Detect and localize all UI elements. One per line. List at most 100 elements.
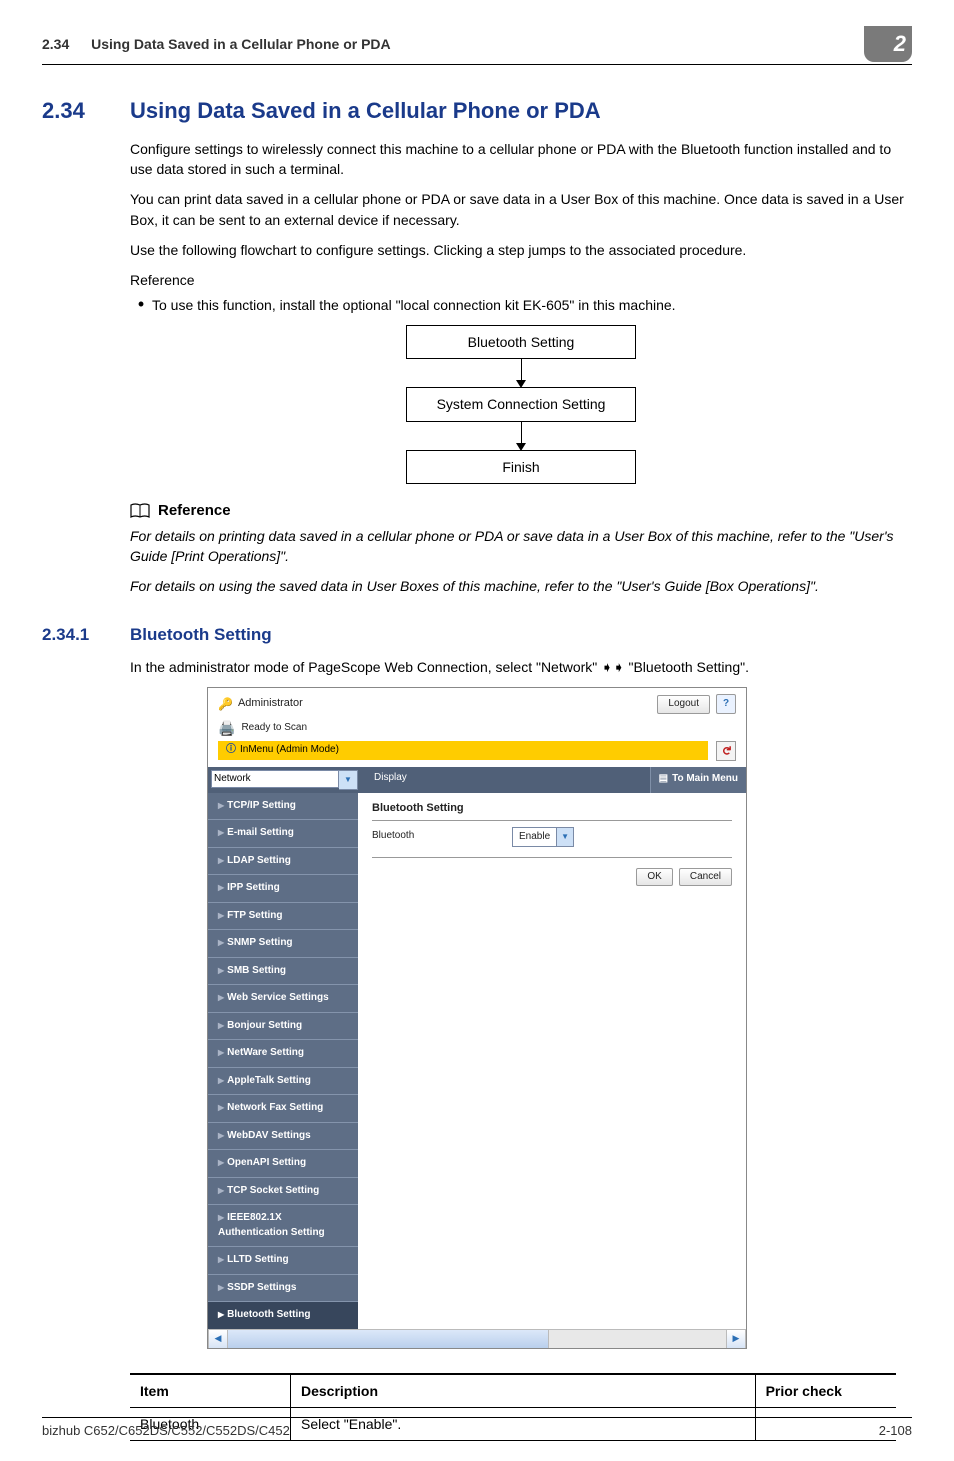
- flowchart-step[interactable]: Bluetooth Setting: [406, 325, 636, 359]
- reference-text: For details on using the saved data in U…: [130, 576, 912, 596]
- triangle-icon: ▶: [218, 855, 224, 867]
- scroll-left-icon[interactable]: ◀: [208, 1330, 228, 1348]
- sidebar-item-label: SSDP Settings: [227, 1282, 296, 1293]
- section-heading: 2.34 Using Data Saved in a Cellular Phon…: [42, 95, 912, 127]
- triangle-icon: ▶: [218, 937, 224, 949]
- sidebar-item[interactable]: ▶WebDAV Settings: [208, 1122, 358, 1150]
- printer-status: Ready to Scan: [241, 721, 307, 736]
- admin-indicator: 🔑 Administrator: [218, 696, 303, 713]
- header-section-title: Using Data Saved in a Cellular Phone or …: [91, 36, 391, 52]
- chapter-number-box: 2: [864, 26, 912, 62]
- header-rule: [42, 64, 912, 65]
- header-section-number: 2.34: [42, 36, 69, 52]
- sidebar-item[interactable]: ▶IPP Setting: [208, 874, 358, 902]
- section-title: Using Data Saved in a Cellular Phone or …: [130, 95, 601, 127]
- section-paragraph: You can print data saved in a cellular p…: [130, 189, 912, 230]
- sidebar-item-label: FTP Setting: [227, 910, 282, 921]
- sidebar-item-label: Bonjour Setting: [227, 1020, 302, 1031]
- sidebar-item-label: TCP/IP Setting: [227, 800, 296, 811]
- triangle-icon: ▶: [218, 1185, 224, 1197]
- ok-button[interactable]: OK: [636, 868, 672, 887]
- sidebar-item[interactable]: ▶LLTD Setting: [208, 1246, 358, 1274]
- navigation-bar: ▼ Display ▤ To Main Menu: [208, 767, 746, 793]
- book-icon: [130, 503, 150, 519]
- reference-text: For details on printing data saved in a …: [130, 526, 912, 567]
- sidebar-item[interactable]: ▶IEEE802.1X Authentication Setting: [208, 1204, 358, 1246]
- sidebar-item-label: SMB Setting: [227, 965, 286, 976]
- sidebar-item-label: IEEE802.1X Authentication Setting: [218, 1212, 325, 1238]
- flowchart-step[interactable]: System Connection Setting: [406, 387, 636, 421]
- subsection-number: 2.34.1: [42, 623, 130, 648]
- flowchart-connector-icon: [406, 422, 636, 450]
- triangle-icon: ▶: [218, 1212, 224, 1224]
- sidebar-item[interactable]: ▶Network Fax Setting: [208, 1094, 358, 1122]
- sidebar-item-label: OpenAPI Setting: [227, 1157, 306, 1168]
- scroll-right-icon[interactable]: ▶: [726, 1330, 746, 1348]
- chevron-down-icon: ▼: [556, 828, 573, 846]
- printer-icon: 🖨️: [218, 718, 235, 738]
- triangle-icon: ▶: [218, 1282, 224, 1294]
- sidebar-item-label: WebDAV Settings: [227, 1130, 311, 1141]
- sidebar-item-label: SNMP Setting: [227, 937, 292, 948]
- running-header: 2.34 Using Data Saved in a Cellular Phon…: [42, 26, 912, 64]
- triangle-icon: ▶: [218, 965, 224, 977]
- sidebar-item-label: LDAP Setting: [227, 855, 291, 866]
- scrollbar-track[interactable]: [549, 1330, 726, 1348]
- chevron-down-icon[interactable]: ▼: [339, 770, 358, 790]
- menu-icon: ▤: [659, 772, 668, 787]
- sidebar-item[interactable]: ▶SNMP Setting: [208, 929, 358, 957]
- table-header: Prior check: [755, 1374, 896, 1408]
- cancel-button[interactable]: Cancel: [679, 868, 732, 887]
- table-header: Description: [291, 1374, 756, 1408]
- section-paragraph: Use the following flowchart to configure…: [130, 240, 912, 260]
- triangle-icon: ▶: [218, 1157, 224, 1169]
- subsection-title: Bluetooth Setting: [130, 623, 272, 648]
- triangle-icon: ▶: [218, 1020, 224, 1032]
- to-main-menu-button[interactable]: ▤ To Main Menu: [650, 767, 746, 793]
- triangle-icon: ▶: [218, 827, 224, 839]
- horizontal-scrollbar[interactable]: ◀ ▶: [208, 1329, 746, 1348]
- triangle-icon: ▶: [218, 1047, 224, 1059]
- sidebar-item-label: Web Service Settings: [227, 992, 329, 1003]
- sidebar-item[interactable]: ▶E-mail Setting: [208, 819, 358, 847]
- sidebar-item[interactable]: ▶SSDP Settings: [208, 1274, 358, 1302]
- triangle-icon: ▶: [218, 910, 224, 922]
- sidebar-item-label: TCP Socket Setting: [227, 1185, 319, 1196]
- sidebar-item[interactable]: ▶FTP Setting: [208, 902, 358, 930]
- triangle-icon: ▶: [218, 992, 224, 1004]
- refresh-button[interactable]: ↻: [716, 741, 736, 761]
- reference-head-label: Reference: [158, 500, 231, 522]
- flowchart-step: Finish: [406, 450, 636, 484]
- sidebar-item-label: NetWare Setting: [227, 1047, 304, 1058]
- triangle-icon: ▶: [218, 800, 224, 812]
- reference-label: Reference: [130, 270, 912, 290]
- bullet-icon: •: [130, 297, 152, 311]
- help-button[interactable]: ?: [716, 694, 736, 714]
- sidebar-item[interactable]: ▶TCP Socket Setting: [208, 1177, 358, 1205]
- category-select[interactable]: [211, 770, 339, 788]
- page-footer: bizhub C652/C652DS/C552/C552DS/C452 2-10…: [42, 1417, 912, 1441]
- sidebar-item[interactable]: ▶Web Service Settings: [208, 984, 358, 1012]
- admin-label: Administrator: [238, 696, 303, 712]
- sidebar-item[interactable]: ▶Bluetooth Setting: [208, 1301, 358, 1329]
- sidebar-item[interactable]: ▶SMB Setting: [208, 957, 358, 985]
- sidebar-item[interactable]: ▶OpenAPI Setting: [208, 1149, 358, 1177]
- scrollbar-thumb[interactable]: [228, 1330, 549, 1348]
- setting-select[interactable]: Enable ▼: [512, 827, 574, 847]
- web-connection-screenshot: 🔑 Administrator Logout ? 🖨️ Ready to Sca…: [207, 687, 747, 1348]
- reference-bullet-text: To use this function, install the option…: [152, 295, 676, 315]
- subsection-heading: 2.34.1 Bluetooth Setting: [42, 623, 912, 648]
- main-panel: Bluetooth Setting Bluetooth Enable ▼ OK …: [358, 793, 746, 1329]
- sidebar-item[interactable]: ▶NetWare Setting: [208, 1039, 358, 1067]
- flowchart: Bluetooth Setting System Connection Sett…: [406, 325, 636, 484]
- sidebar-item[interactable]: ▶AppleTalk Setting: [208, 1067, 358, 1095]
- sidebar-item[interactable]: ▶LDAP Setting: [208, 847, 358, 875]
- setting-label: Bluetooth: [372, 829, 512, 844]
- triangle-icon: ▶: [218, 1075, 224, 1087]
- sidebar-item-label: LLTD Setting: [227, 1254, 288, 1265]
- sidebar-item[interactable]: ▶TCP/IP Setting: [208, 793, 358, 820]
- sidebar: ▶TCP/IP Setting▶E-mail Setting▶LDAP Sett…: [208, 793, 358, 1329]
- sidebar-item[interactable]: ▶Bonjour Setting: [208, 1012, 358, 1040]
- sidebar-item-label: Bluetooth Setting: [227, 1309, 310, 1320]
- logout-button[interactable]: Logout: [657, 695, 710, 714]
